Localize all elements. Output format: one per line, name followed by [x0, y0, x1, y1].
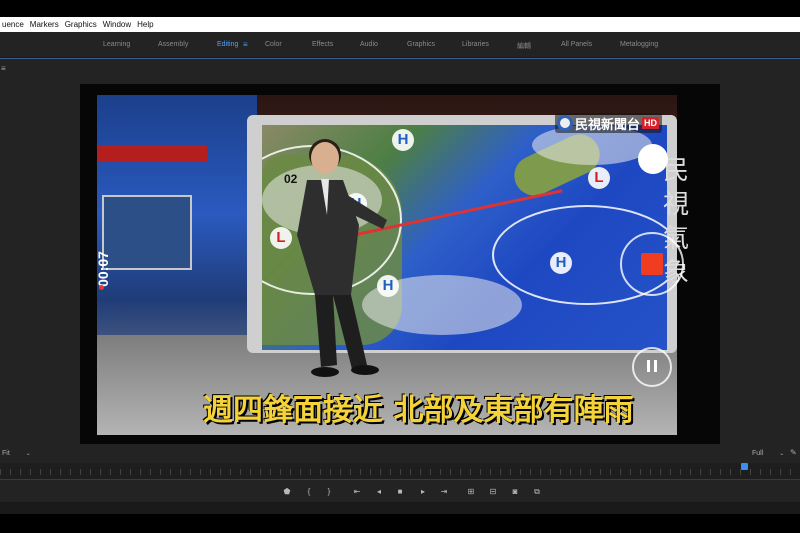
tab-color[interactable]: Color	[265, 41, 282, 48]
channel-logo-icon	[557, 115, 573, 131]
resolution-select[interactable]: Full ⌄	[752, 450, 784, 457]
tab-audio[interactable]: Audio	[360, 41, 378, 48]
window-bottom-edge	[0, 514, 800, 533]
menu-sequence[interactable]: uence	[0, 20, 26, 29]
vertical-logo-char: 視	[662, 190, 689, 220]
menu-help[interactable]: Help	[135, 20, 155, 29]
compare-icon[interactable]: ⧉	[531, 486, 543, 498]
tab-metalogging[interactable]: Metalogging	[620, 41, 658, 48]
tab-custom-edit[interactable]: 編輯	[517, 41, 531, 51]
workspaces-bar: Learning Assembly Editing ≡ Color Effect…	[0, 32, 800, 58]
step-forward-icon[interactable]: ▸	[417, 486, 429, 498]
video-frame: H H H H L L 02 民視新聞台 HD 週四鋒面接近 北部及東部有陣雨	[80, 84, 720, 444]
tab-effects[interactable]: Effects	[312, 41, 333, 48]
tab-editing[interactable]: Editing	[217, 41, 238, 48]
add-marker-icon[interactable]: ⬟	[281, 486, 293, 498]
menu-graphics[interactable]: Graphics	[63, 20, 99, 29]
tab-all-panels[interactable]: All Panels	[561, 41, 592, 48]
insert-icon[interactable]: ⊞	[465, 486, 477, 498]
go-to-in-icon[interactable]: ⇤	[351, 486, 363, 498]
step-back-icon[interactable]: ◂	[373, 486, 385, 498]
stop-record-icon[interactable]	[641, 253, 663, 275]
resolution-select-value: Full	[752, 450, 764, 457]
tab-libraries[interactable]: Libraries	[462, 41, 489, 48]
presenter-figure	[297, 139, 387, 377]
recording-timer-text: 00:07	[95, 251, 111, 287]
stop-icon[interactable]: ■	[394, 486, 406, 498]
channel-logo: 民視新聞台 HD	[555, 113, 663, 133]
overwrite-icon[interactable]: ⊟	[487, 486, 499, 498]
menu-markers[interactable]: Markers	[28, 20, 61, 29]
recording-dot-icon	[99, 285, 104, 290]
channel-logo-text: 民視新聞台	[575, 117, 641, 133]
hd-badge: HD	[642, 117, 660, 129]
tab-graphics[interactable]: Graphics	[407, 41, 435, 48]
hamburger-icon[interactable]: ≡	[243, 40, 248, 49]
chevron-down-icon: ⌄	[25, 451, 31, 457]
settings-wrench-icon[interactable]: ✎	[790, 448, 797, 457]
pause-icon[interactable]	[647, 360, 657, 372]
zoom-select[interactable]: Fit ⌄	[2, 450, 31, 457]
video-content: H H H H L L 02 民視新聞台 HD 週四鋒面接近 北部及東部有陣雨	[97, 95, 677, 435]
tab-assembly[interactable]: Assembly	[158, 41, 188, 48]
news-caption: 週四鋒面接近 北部及東部有陣雨	[203, 393, 634, 428]
menu-window[interactable]: Window	[101, 20, 133, 29]
tab-learning[interactable]: Learning	[103, 41, 130, 48]
zoom-select-value: Fit	[2, 450, 10, 457]
panel-gap	[0, 502, 800, 514]
go-to-out-icon[interactable]: ⇥	[438, 486, 450, 498]
timeline-ruler[interactable]	[0, 469, 800, 475]
menu-bar: uence Markers Graphics Window Help	[0, 17, 800, 32]
playhead[interactable]	[741, 463, 748, 470]
export-frame-icon[interactable]: ◙	[509, 486, 521, 498]
panel-menu-icon[interactable]: ≡	[1, 64, 6, 73]
recording-timer: 00:07	[94, 239, 112, 299]
capture-button[interactable]	[638, 144, 668, 174]
mark-out-icon[interactable]: }	[323, 486, 335, 498]
window-top-edge	[0, 0, 800, 17]
monitor-controls	[0, 449, 800, 463]
chevron-down-icon: ⌄	[779, 451, 785, 457]
mark-in-icon[interactable]: {	[303, 486, 315, 498]
